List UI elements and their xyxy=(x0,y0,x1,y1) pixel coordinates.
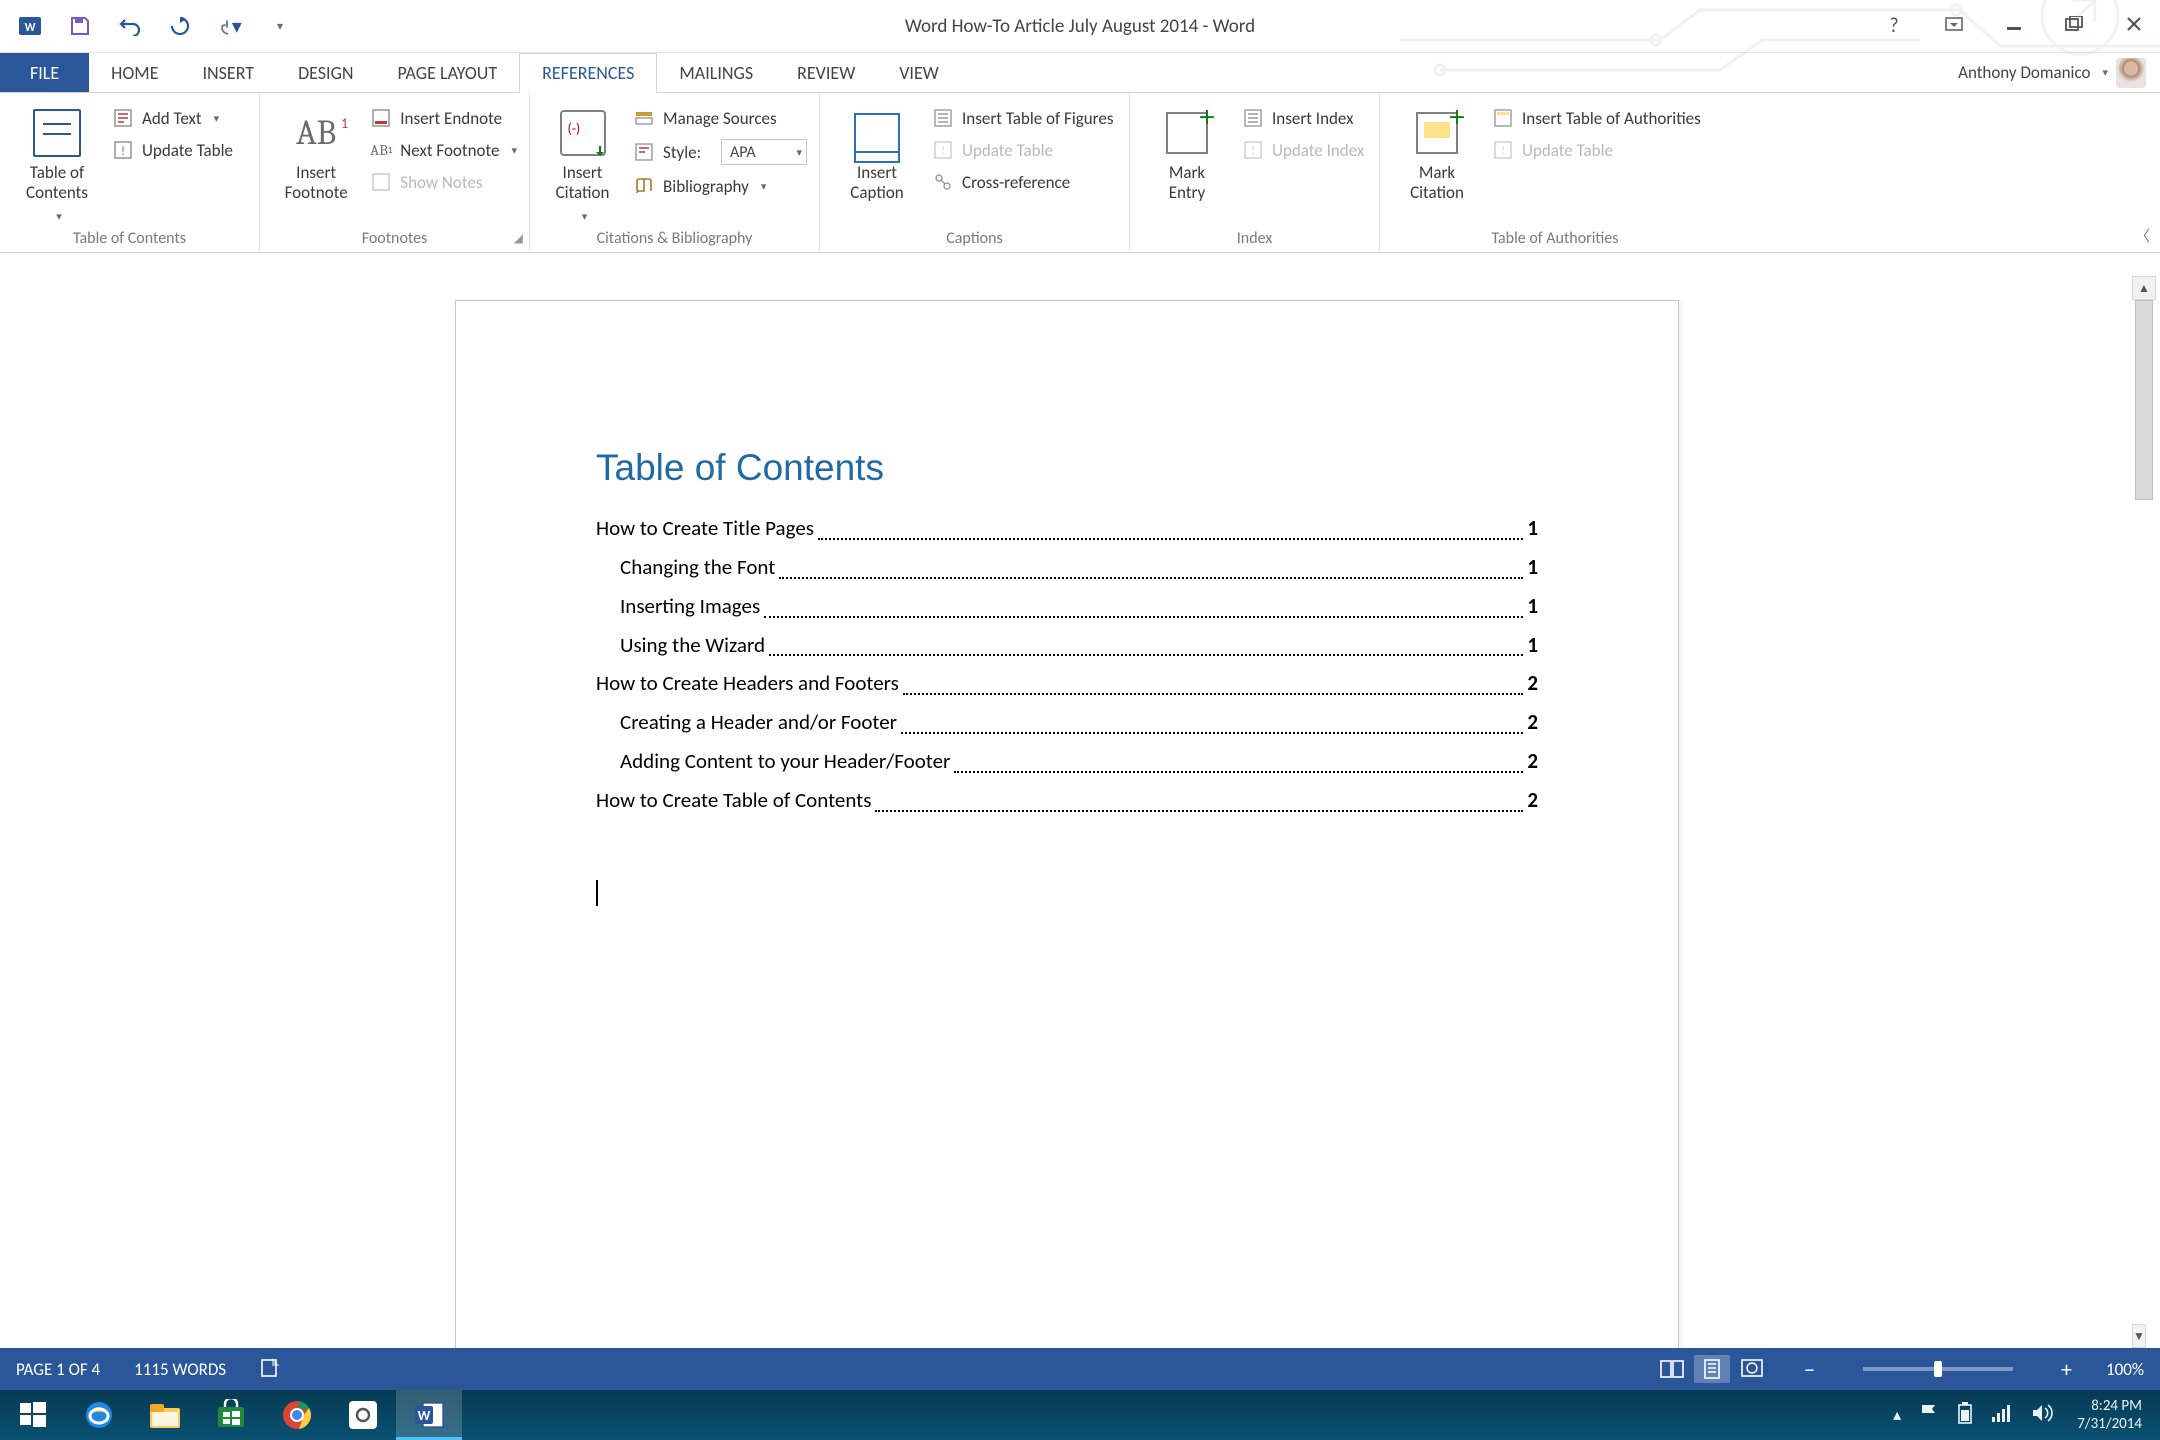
tab-review[interactable]: REVIEW xyxy=(775,53,877,92)
ribbon-display-icon[interactable] xyxy=(1942,14,1966,38)
redo-icon[interactable] xyxy=(168,14,192,38)
tab-home[interactable]: HOME xyxy=(89,53,180,92)
tab-mailings[interactable]: MAILINGS xyxy=(657,53,775,92)
footnotes-dialog-launcher[interactable]: ◢ xyxy=(514,231,523,246)
status-bar: PAGE 1 OF 4 1115 WORDS − + 100% xyxy=(0,1348,2160,1390)
print-layout-icon[interactable] xyxy=(1694,1355,1730,1383)
read-mode-icon[interactable] xyxy=(1654,1355,1690,1383)
title-bar: W ▾ ▾ Word How-To Article July August 20… xyxy=(0,0,2160,53)
tray-network-icon[interactable] xyxy=(1991,1403,2013,1428)
maximize-icon[interactable] xyxy=(2062,14,2086,38)
word-count[interactable]: 1115 WORDS xyxy=(134,1359,226,1380)
scroll-up-icon[interactable]: ▲ xyxy=(2132,276,2156,300)
ribbon: Table of Contents▾ Add Text▾ !Update Tab… xyxy=(0,93,2160,253)
svg-text:!: ! xyxy=(121,145,125,159)
scroll-thumb[interactable] xyxy=(2135,300,2153,500)
next-footnote-button[interactable]: AB1Next Footnote▾ xyxy=(370,139,517,161)
tab-design[interactable]: DESIGN xyxy=(276,53,375,92)
touch-mode-icon[interactable]: ▾ xyxy=(218,14,242,38)
bibliography-button[interactable]: Bibliography▾ xyxy=(633,175,807,197)
svg-text:!: ! xyxy=(941,144,945,157)
collapse-ribbon-icon[interactable]: 〈 xyxy=(2135,225,2150,246)
zoom-level[interactable]: 100% xyxy=(2106,1359,2144,1380)
taskbar-ie-icon[interactable] xyxy=(66,1390,132,1440)
add-text-button[interactable]: Add Text▾ xyxy=(112,107,233,129)
tray-overflow-icon[interactable]: ▴ xyxy=(1893,1405,1901,1425)
tab-view[interactable]: VIEW xyxy=(877,53,961,92)
user-name: Anthony Domanico xyxy=(1958,62,2090,83)
start-button[interactable] xyxy=(0,1390,66,1440)
taskbar-explorer-icon[interactable] xyxy=(132,1390,198,1440)
document-page[interactable]: Table of Contents How to Create Title Pa… xyxy=(455,300,1679,1348)
vertical-scrollbar[interactable]: ▲ ▼ xyxy=(2132,276,2156,1348)
group-label-captions: Captions xyxy=(820,229,1129,248)
page-indicator[interactable]: PAGE 1 OF 4 xyxy=(16,1359,100,1380)
taskbar-chrome-icon[interactable] xyxy=(264,1390,330,1440)
web-layout-icon[interactable] xyxy=(1734,1355,1770,1383)
spellcheck-icon[interactable] xyxy=(260,1356,282,1383)
text-cursor xyxy=(596,880,598,906)
update-table-of-authorities-button: !Update Table xyxy=(1492,139,1701,161)
ribbon-tabs: FILE HOME INSERT DESIGN PAGE LAYOUT REFE… xyxy=(0,53,2160,93)
account-menu[interactable]: Anthony Domanico▾ xyxy=(1958,53,2160,92)
group-label-toa: Table of Authorities xyxy=(1380,229,1730,248)
window-title: Word How-To Article July August 2014 - W… xyxy=(905,15,1255,38)
svg-text:W: W xyxy=(25,21,36,35)
tab-references[interactable]: REFERENCES xyxy=(519,53,657,93)
tab-file[interactable]: FILE xyxy=(0,53,89,92)
taskbar-app-icon[interactable] xyxy=(330,1390,396,1440)
svg-text:!: ! xyxy=(1501,144,1505,157)
close-icon[interactable] xyxy=(2122,14,2146,38)
citation-style-select[interactable]: Style: APA xyxy=(633,139,807,165)
help-icon[interactable]: ? xyxy=(1882,14,1906,38)
minimize-icon[interactable] xyxy=(2002,14,2026,38)
insert-table-of-authorities-button[interactable]: Insert Table of Authorities xyxy=(1492,107,1701,129)
save-icon[interactable] xyxy=(68,14,92,38)
cross-reference-button[interactable]: Cross-reference xyxy=(932,171,1113,193)
zoom-slider[interactable] xyxy=(1863,1367,2013,1371)
svg-text:!: ! xyxy=(1251,144,1255,157)
word-app-icon: W xyxy=(18,14,42,38)
update-index-button: !Update Index xyxy=(1242,139,1364,161)
qat-customize-icon[interactable]: ▾ xyxy=(268,14,292,38)
taskbar: W ▴ 8:24 PM 7/31/2014 xyxy=(0,1390,2160,1440)
group-label-citations: Citations & Bibliography xyxy=(530,229,819,248)
insert-table-of-figures-button[interactable]: Insert Table of Figures xyxy=(932,107,1113,129)
update-toc-button[interactable]: !Update Table xyxy=(112,139,233,161)
group-label-toc: Table of Contents xyxy=(0,229,259,248)
tray-flag-icon[interactable] xyxy=(1919,1403,1939,1428)
zoom-out-icon[interactable]: − xyxy=(1804,1356,1815,1383)
tab-page-layout[interactable]: PAGE LAYOUT xyxy=(376,53,520,92)
group-label-index: Index xyxy=(1130,229,1379,248)
svg-text:W: W xyxy=(418,1407,431,1424)
tray-battery-icon[interactable] xyxy=(1957,1402,1973,1429)
manage-sources-button[interactable]: Manage Sources xyxy=(633,107,807,129)
tab-insert[interactable]: INSERT xyxy=(180,53,276,92)
group-label-footnotes: Footnotes xyxy=(260,229,529,248)
document-area[interactable]: Table of Contents How to Create Title Pa… xyxy=(0,276,2160,1348)
taskbar-store-icon[interactable] xyxy=(198,1390,264,1440)
toc-entry[interactable]: How to Create Table of Contents2 xyxy=(596,781,1538,820)
insert-endnote-button[interactable]: Insert Endnote xyxy=(370,107,517,129)
update-table-of-figures-button: !Update Table xyxy=(932,139,1113,161)
avatar xyxy=(2116,58,2146,88)
toc-heading[interactable]: Table of Contents xyxy=(596,447,1538,489)
undo-icon[interactable] xyxy=(118,14,142,38)
show-notes-button: Show Notes xyxy=(370,171,517,193)
scroll-down-icon[interactable]: ▼ xyxy=(2132,1324,2146,1348)
zoom-in-icon[interactable]: + xyxy=(2061,1356,2072,1383)
tray-volume-icon[interactable] xyxy=(2031,1403,2053,1428)
taskbar-word-icon[interactable]: W xyxy=(396,1390,462,1440)
insert-index-button[interactable]: Insert Index xyxy=(1242,107,1364,129)
tray-clock[interactable]: 8:24 PM 7/31/2014 xyxy=(2071,1397,2152,1433)
